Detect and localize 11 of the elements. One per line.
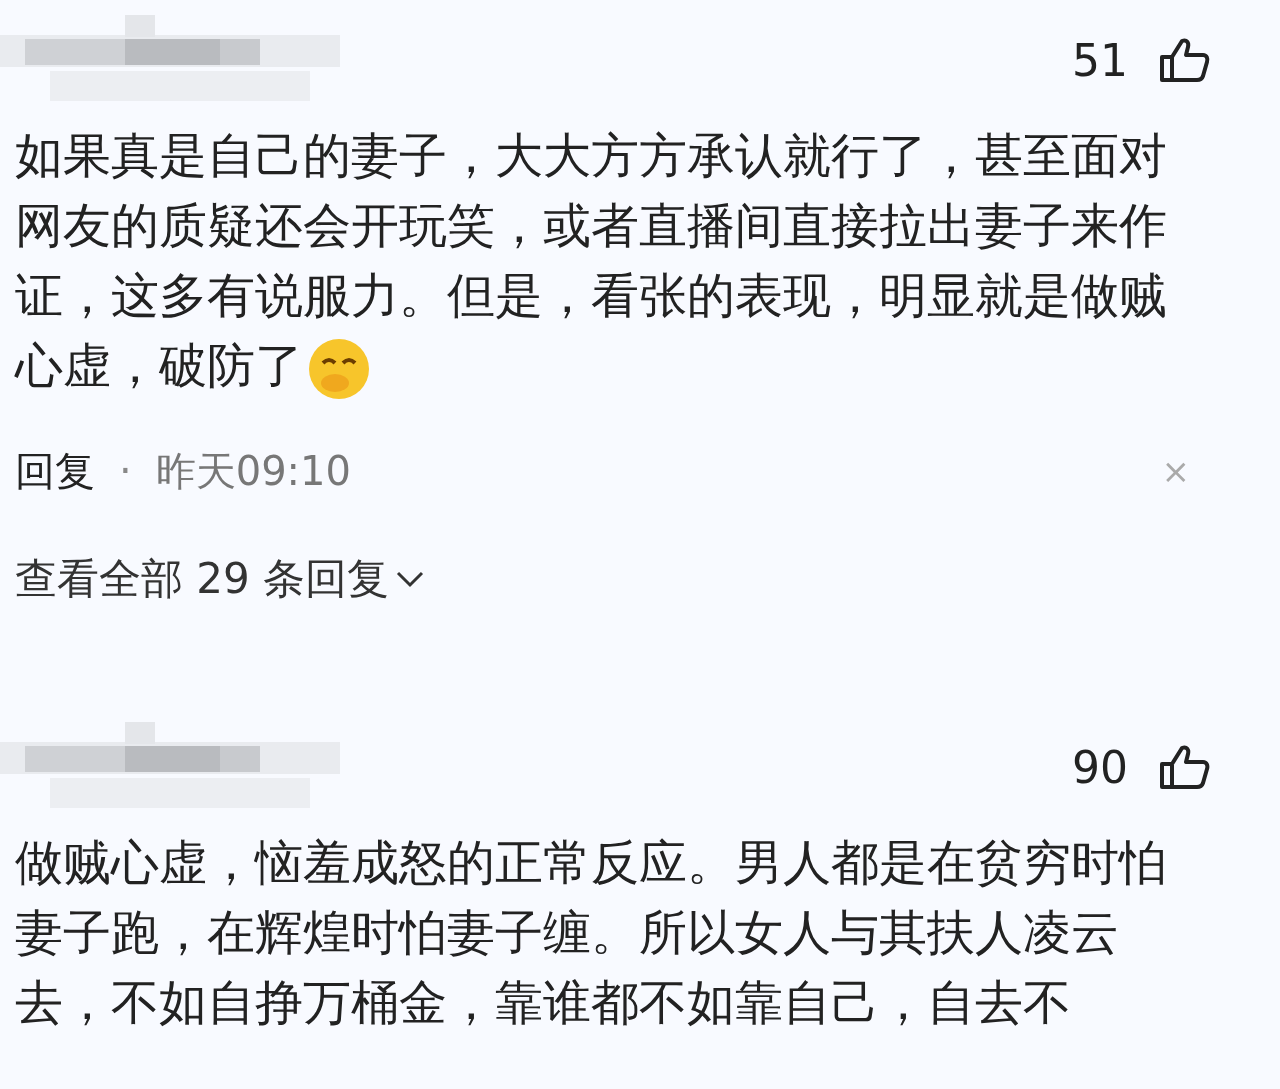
- reply-link[interactable]: 回复: [15, 443, 95, 499]
- view-replies-link[interactable]: 查看全部 29 条回复: [15, 551, 426, 607]
- thumbs-up-icon[interactable]: [1158, 744, 1210, 790]
- like-count: 51: [1072, 34, 1128, 86]
- separator-dot: ·: [119, 448, 132, 494]
- comment-text: 如果真是自己的妻子，大大方方承认就行了，甚至面对网友的质疑还会开玩笑，或者直播间直接拉出妻子来作证，这多有说服力。但是，看张的表现，明显就是做贼心虚，破防了: [15, 120, 1175, 401]
- like-count: 90: [1072, 741, 1128, 793]
- chevron-down-icon: [395, 569, 426, 589]
- comment-text: 做贼心虚，恼羞成怒的正常反应。男人都是在贫穷时怕妻子跑，在辉煌时怕妻子缠。所以女人与其扶人凌云去，不如自挣万桶金，靠谁都不如靠自己，自去不: [15, 833, 1168, 1032]
- comment-time: 昨天09:10: [155, 446, 351, 496]
- thumbs-up-icon[interactable]: [1158, 37, 1210, 83]
